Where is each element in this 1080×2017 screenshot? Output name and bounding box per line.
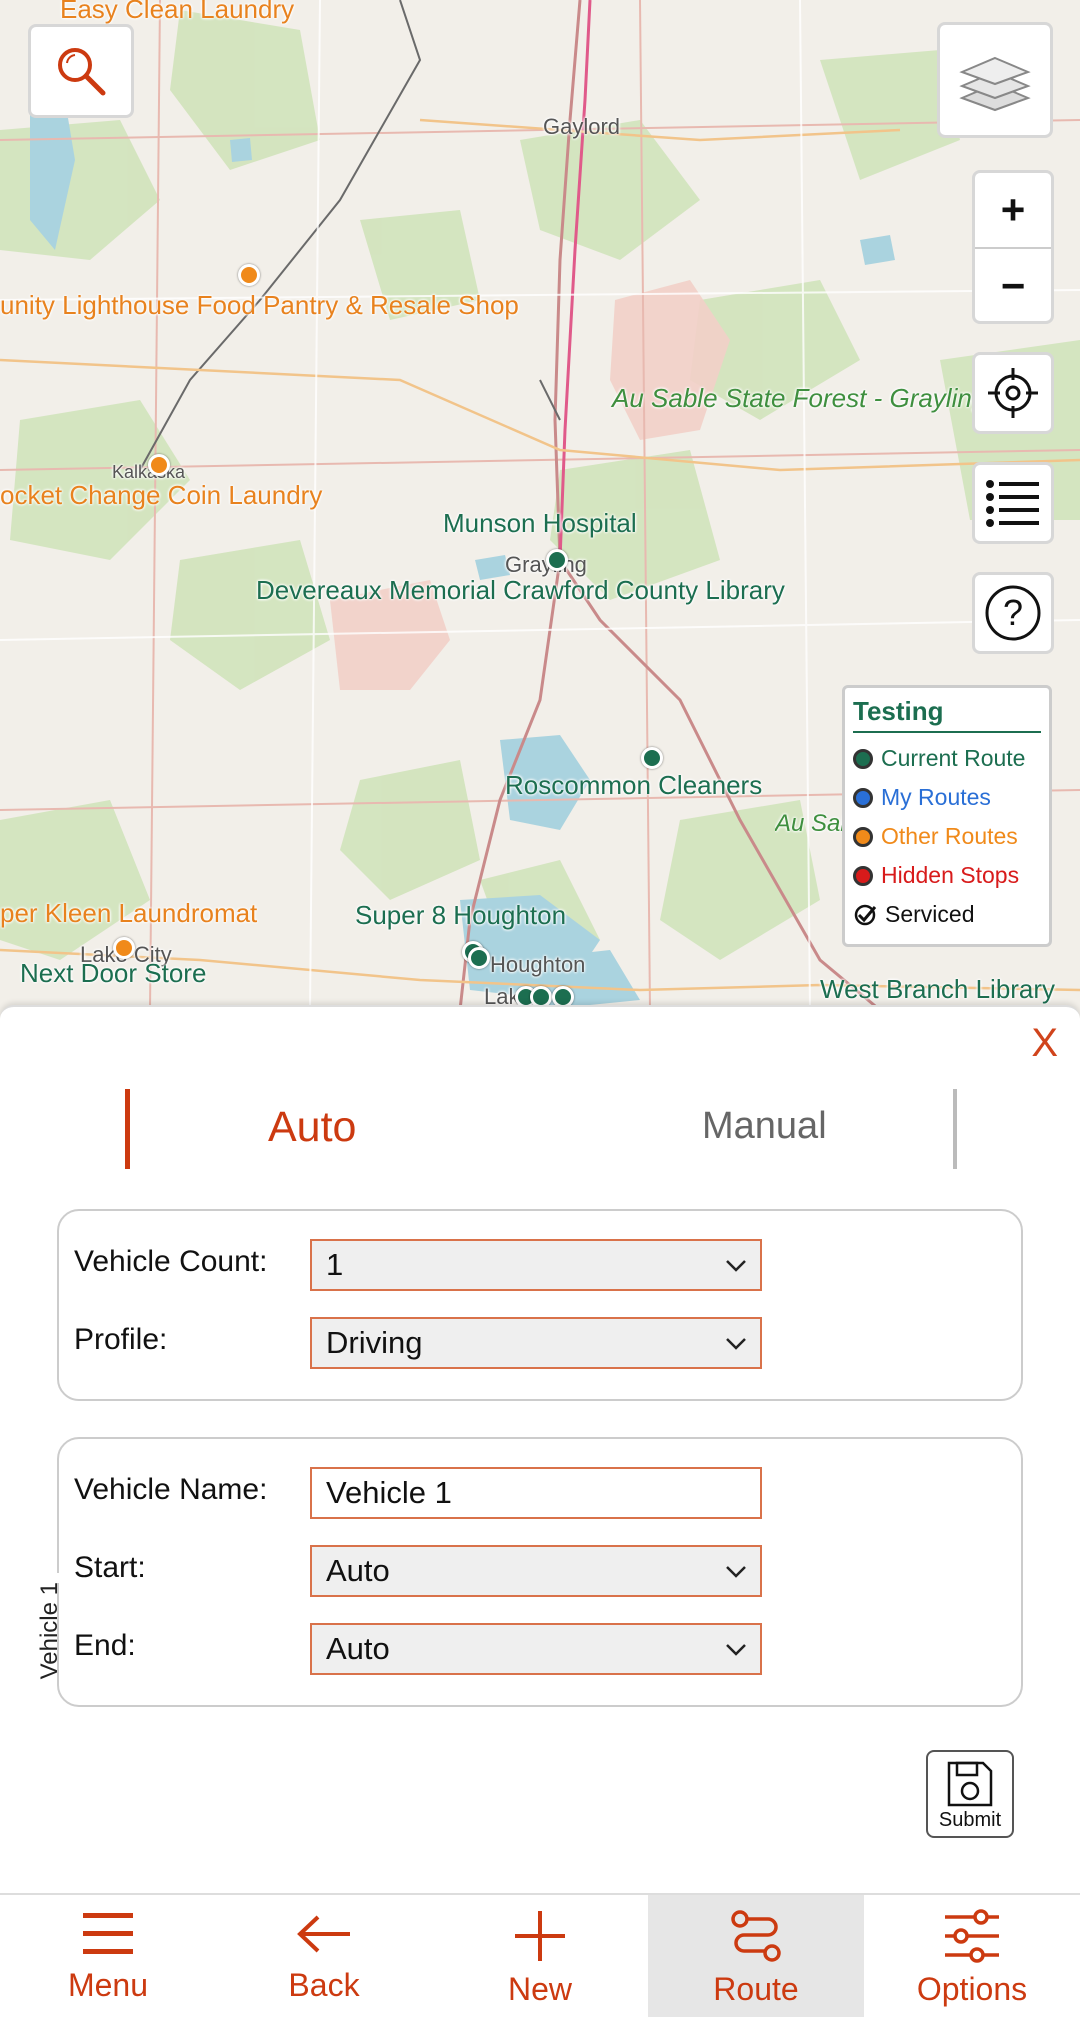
zoom-in-button[interactable]: + — [975, 173, 1051, 247]
list-icon — [986, 480, 1039, 527]
sliders-icon — [945, 1909, 999, 1963]
place-label-gaylord: Gaylord — [543, 114, 621, 139]
vehicle-count-label: Vehicle Count: — [74, 1245, 268, 1278]
poi-label-lighthouse: unity Lighthouse Food Pantry & Resale Sh… — [0, 290, 519, 320]
active-tab-indicator — [125, 1089, 130, 1169]
check-circle-icon — [854, 904, 877, 925]
map-marker-current-route[interactable] — [468, 947, 490, 969]
close-panel-button[interactable]: X — [1031, 1021, 1058, 1066]
poi-label-roscommon: Roscommon Cleaners — [505, 770, 763, 800]
poi-label-easy-clean: Easy Clean Laundry — [60, 0, 295, 24]
search-icon — [58, 48, 106, 96]
profile-select[interactable]: Driving — [310, 1317, 762, 1369]
current-route-dot-icon — [853, 748, 873, 769]
search-button[interactable] — [28, 24, 134, 118]
map-view[interactable]: Easy Clean Laundry Gaylord unity Lightho… — [0, 0, 1080, 1010]
legend-item-other-routes: Other Routes — [853, 817, 1041, 856]
vehicle-name-label: Vehicle Name: — [74, 1473, 268, 1506]
poi-label-munson: Munson Hospital — [443, 508, 637, 538]
poi-label-pocket-change: ocket Change Coin Laundry — [0, 480, 323, 510]
locate-button[interactable] — [972, 352, 1054, 434]
nav-route[interactable]: Route — [648, 1895, 864, 2017]
my-routes-dot-icon — [853, 787, 873, 808]
vehicle-count-select[interactable]: 1 — [310, 1239, 762, 1291]
vehicle-name-input[interactable]: Vehicle 1 — [310, 1467, 762, 1519]
map-marker-current-route[interactable] — [641, 747, 663, 769]
general-settings-group — [57, 1209, 1023, 1401]
profile-label: Profile: — [74, 1323, 168, 1356]
help-button[interactable]: ? — [972, 572, 1054, 654]
hamburger-icon — [83, 1913, 133, 1954]
tab-divider — [953, 1089, 957, 1169]
tab-auto[interactable]: Auto — [268, 1103, 356, 1152]
nav-menu[interactable]: Menu — [0, 1895, 216, 2017]
zoom-out-button[interactable]: − — [975, 247, 1051, 321]
chevron-down-icon — [726, 1644, 746, 1656]
end-select[interactable]: Auto — [310, 1623, 762, 1675]
save-icon — [947, 1761, 993, 1807]
start-select[interactable]: Auto — [310, 1545, 762, 1597]
legend-title: Testing — [853, 696, 1041, 733]
poi-label-west-branch: West Branch Library — [820, 974, 1056, 1004]
chevron-down-icon — [726, 1338, 746, 1350]
map-marker-other-route[interactable] — [238, 264, 260, 286]
submit-label: Submit — [938, 1809, 1002, 1831]
tab-manual[interactable]: Manual — [702, 1105, 827, 1148]
poi-label-super-kleen: per Kleen Laundromat — [0, 898, 258, 928]
layers-icon — [959, 56, 1031, 112]
layers-button[interactable] — [937, 22, 1053, 138]
poi-label-devereaux: Devereaux Memorial Crawford County Libra… — [256, 575, 785, 605]
help-icon: ? — [985, 585, 1041, 641]
place-label-houghton: Houghton — [490, 952, 586, 977]
bottom-nav: Menu Back New Route Options — [0, 1893, 1080, 2017]
start-label: Start: — [74, 1551, 146, 1584]
legend-item-hidden-stops: Hidden Stops — [853, 856, 1041, 895]
route-panel: X Auto Manual Vehicle Count: 1 Profile: … — [0, 1005, 1080, 1895]
vehicle-fieldset-legend: Vehicle 1 — [36, 1582, 63, 1680]
other-routes-dot-icon — [853, 826, 873, 847]
forest-label-au-sable: Au Sable State Forest - Grayling Unit — [612, 383, 1040, 413]
poi-label-next-door: Next Door Store — [20, 958, 207, 988]
route-icon — [731, 1910, 781, 1962]
crosshair-icon — [988, 368, 1038, 418]
route-mode-tabs: Auto Manual — [125, 1089, 957, 1169]
hidden-stops-dot-icon — [853, 865, 873, 886]
map-legend: Testing Current Route My Routes Other Ro… — [842, 685, 1052, 947]
nav-new[interactable]: New — [432, 1895, 648, 2017]
map-marker-other-route[interactable] — [113, 937, 135, 959]
legend-item-serviced: Serviced — [853, 895, 1041, 934]
nav-back[interactable]: Back — [216, 1895, 432, 2017]
arrow-left-icon — [297, 1915, 350, 1953]
zoom-control: + − — [972, 170, 1054, 324]
legend-item-my-routes: My Routes — [853, 778, 1041, 817]
submit-button[interactable]: Submit — [926, 1750, 1014, 1838]
end-label: End: — [74, 1629, 136, 1662]
map-marker-other-route[interactable] — [148, 454, 170, 476]
plus-icon — [515, 1911, 565, 1961]
chevron-down-icon — [726, 1260, 746, 1272]
poi-label-super8: Super 8 Houghton — [355, 900, 567, 930]
chevron-down-icon — [726, 1566, 746, 1578]
list-button[interactable] — [972, 462, 1054, 544]
nav-options[interactable]: Options — [864, 1895, 1080, 2017]
legend-item-current-route: Current Route — [853, 739, 1041, 778]
svg-text:?: ? — [1003, 592, 1023, 633]
map-marker-current-route[interactable] — [546, 549, 568, 571]
